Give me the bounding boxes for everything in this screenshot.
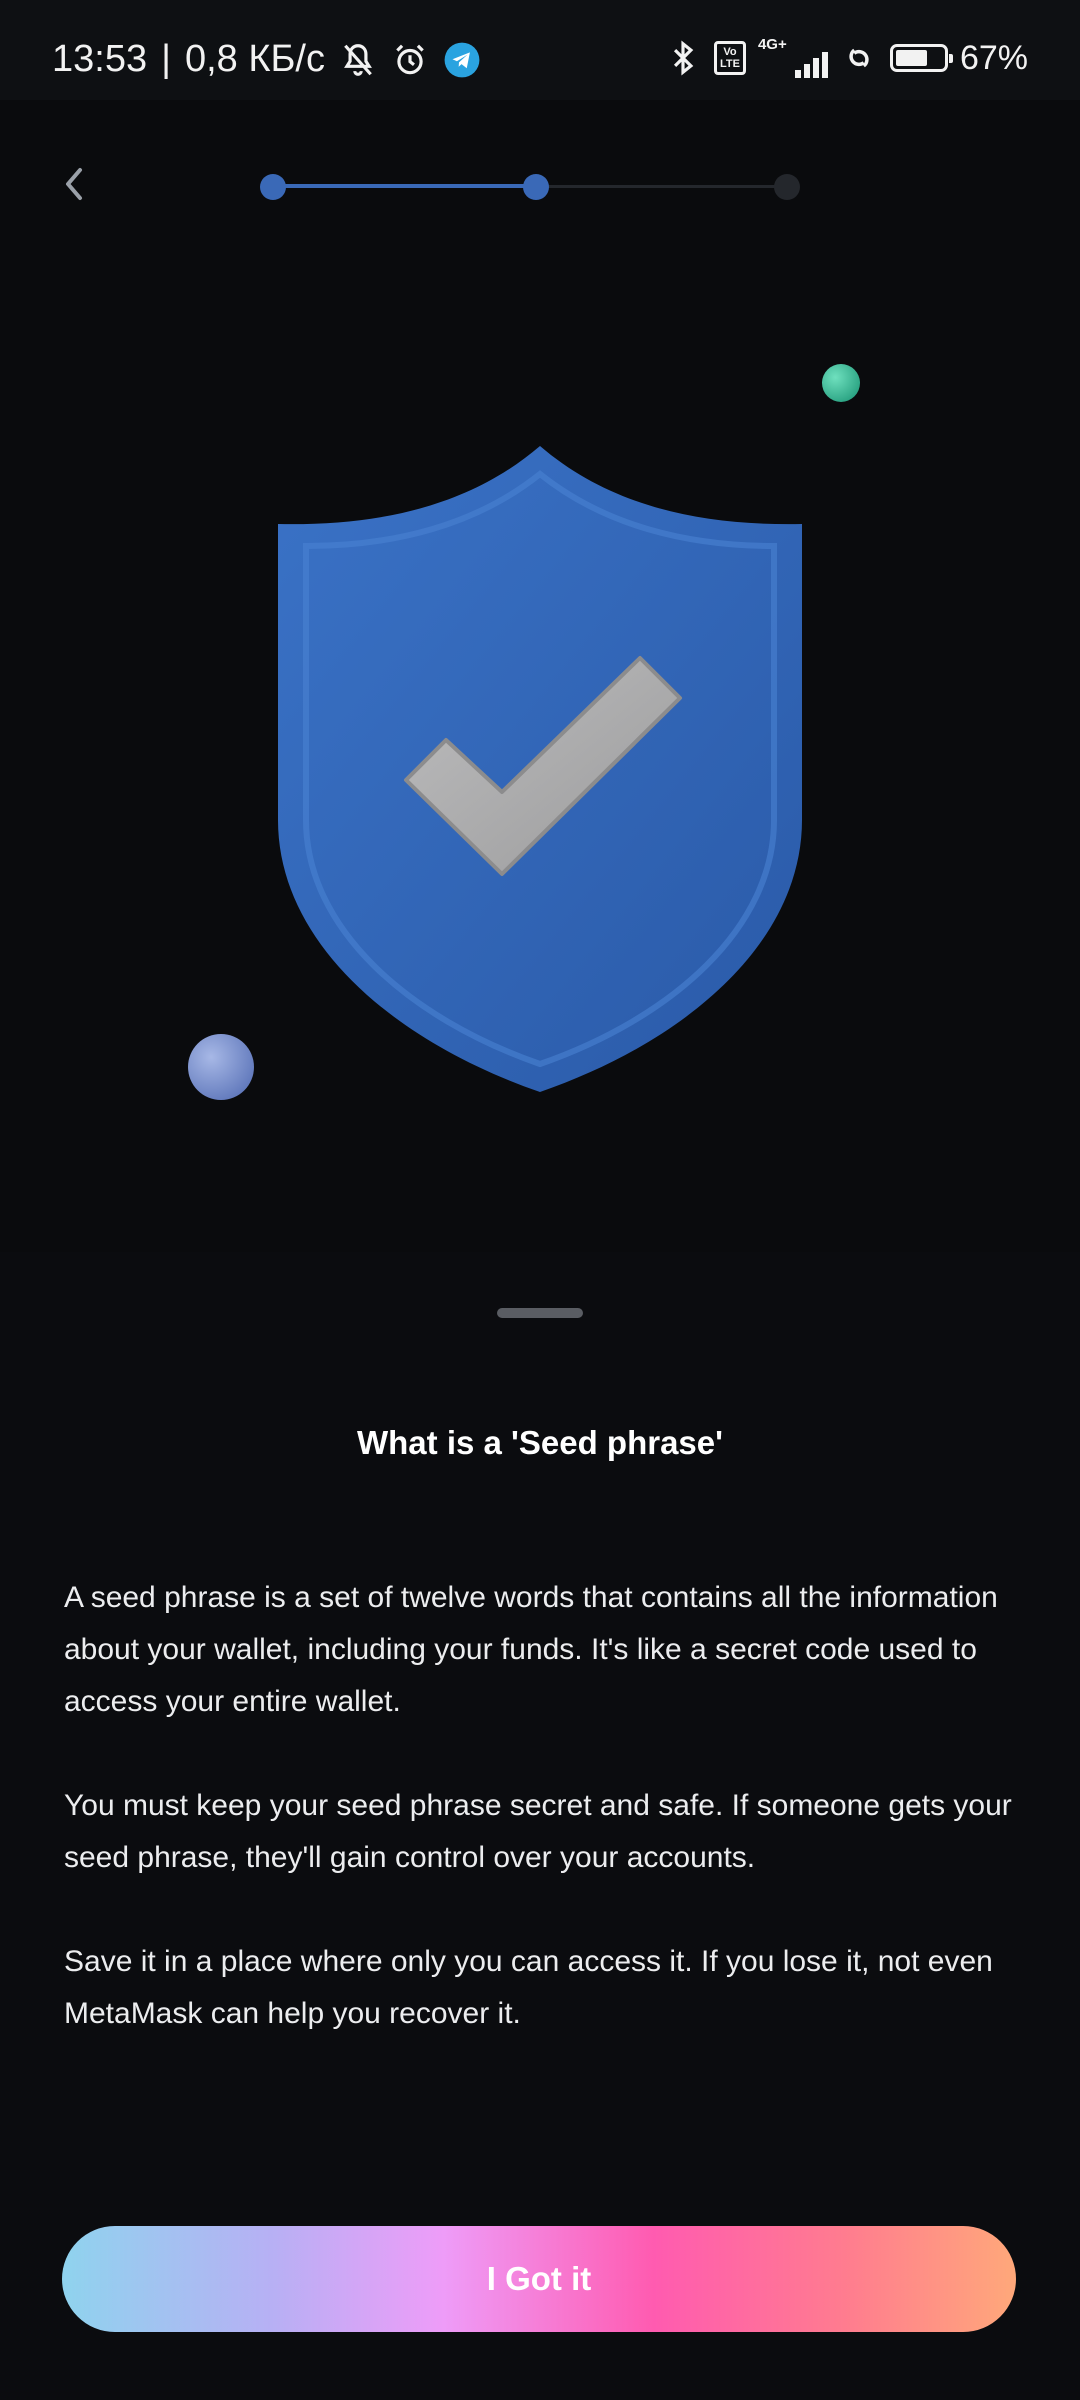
sheet-title: What is a 'Seed phrase'	[357, 1424, 723, 1461]
bluetooth-icon	[673, 40, 694, 76]
signal-bars	[794, 52, 828, 78]
got-it-button[interactable]: I Got it	[62, 2226, 1016, 2332]
status-separator: |	[161, 38, 171, 80]
decorative-bubble-blue	[188, 1034, 254, 1100]
status-right: Vo LTE 4G+ 67%	[664, 36, 1028, 78]
network-type: 4G+	[757, 36, 787, 53]
progress-step-1	[260, 174, 286, 200]
network-speed: 0,8 КБ/с	[184, 38, 325, 80]
keep-secret-paragraph: You must keep your seed phrase secret an…	[64, 1789, 1012, 1874]
save-safely-paragraph: Save it in a place where only you can ac…	[64, 1945, 993, 2030]
back-button[interactable]	[50, 160, 98, 208]
shield-check-icon	[278, 446, 802, 1092]
sheet-handle[interactable]	[497, 1308, 583, 1318]
volte-icon: Vo LTE	[713, 41, 746, 75]
progress-track-completed	[274, 184, 536, 188]
hotspot-icon	[849, 48, 869, 68]
decorative-bubble-green	[822, 364, 860, 402]
progress-stepper	[260, 172, 800, 202]
info-sheet: What is a 'Seed phrase' A seed phrase is…	[0, 1252, 1080, 2400]
telegram-icon	[444, 42, 480, 77]
signal-icon: 4G+	[757, 36, 828, 78]
battery-percent: 67%	[959, 38, 1028, 77]
bell-off-icon	[344, 43, 372, 76]
progress-step-3	[774, 174, 800, 200]
battery-icon	[889, 44, 953, 72]
progress-step-2	[523, 174, 549, 200]
status-time: 13:53	[52, 38, 148, 80]
alarm-icon	[396, 44, 424, 74]
seed-phrase-description: A seed phrase is a set of twelve words t…	[64, 1581, 998, 1718]
battery-fill	[895, 50, 927, 66]
chevron-left-icon	[66, 168, 82, 200]
status-left: 13:53 | 0,8 КБ/с	[52, 38, 481, 81]
status-bar: 13:53 | 0,8 КБ/с Vo LTE 4G+ 67%	[0, 0, 1080, 100]
